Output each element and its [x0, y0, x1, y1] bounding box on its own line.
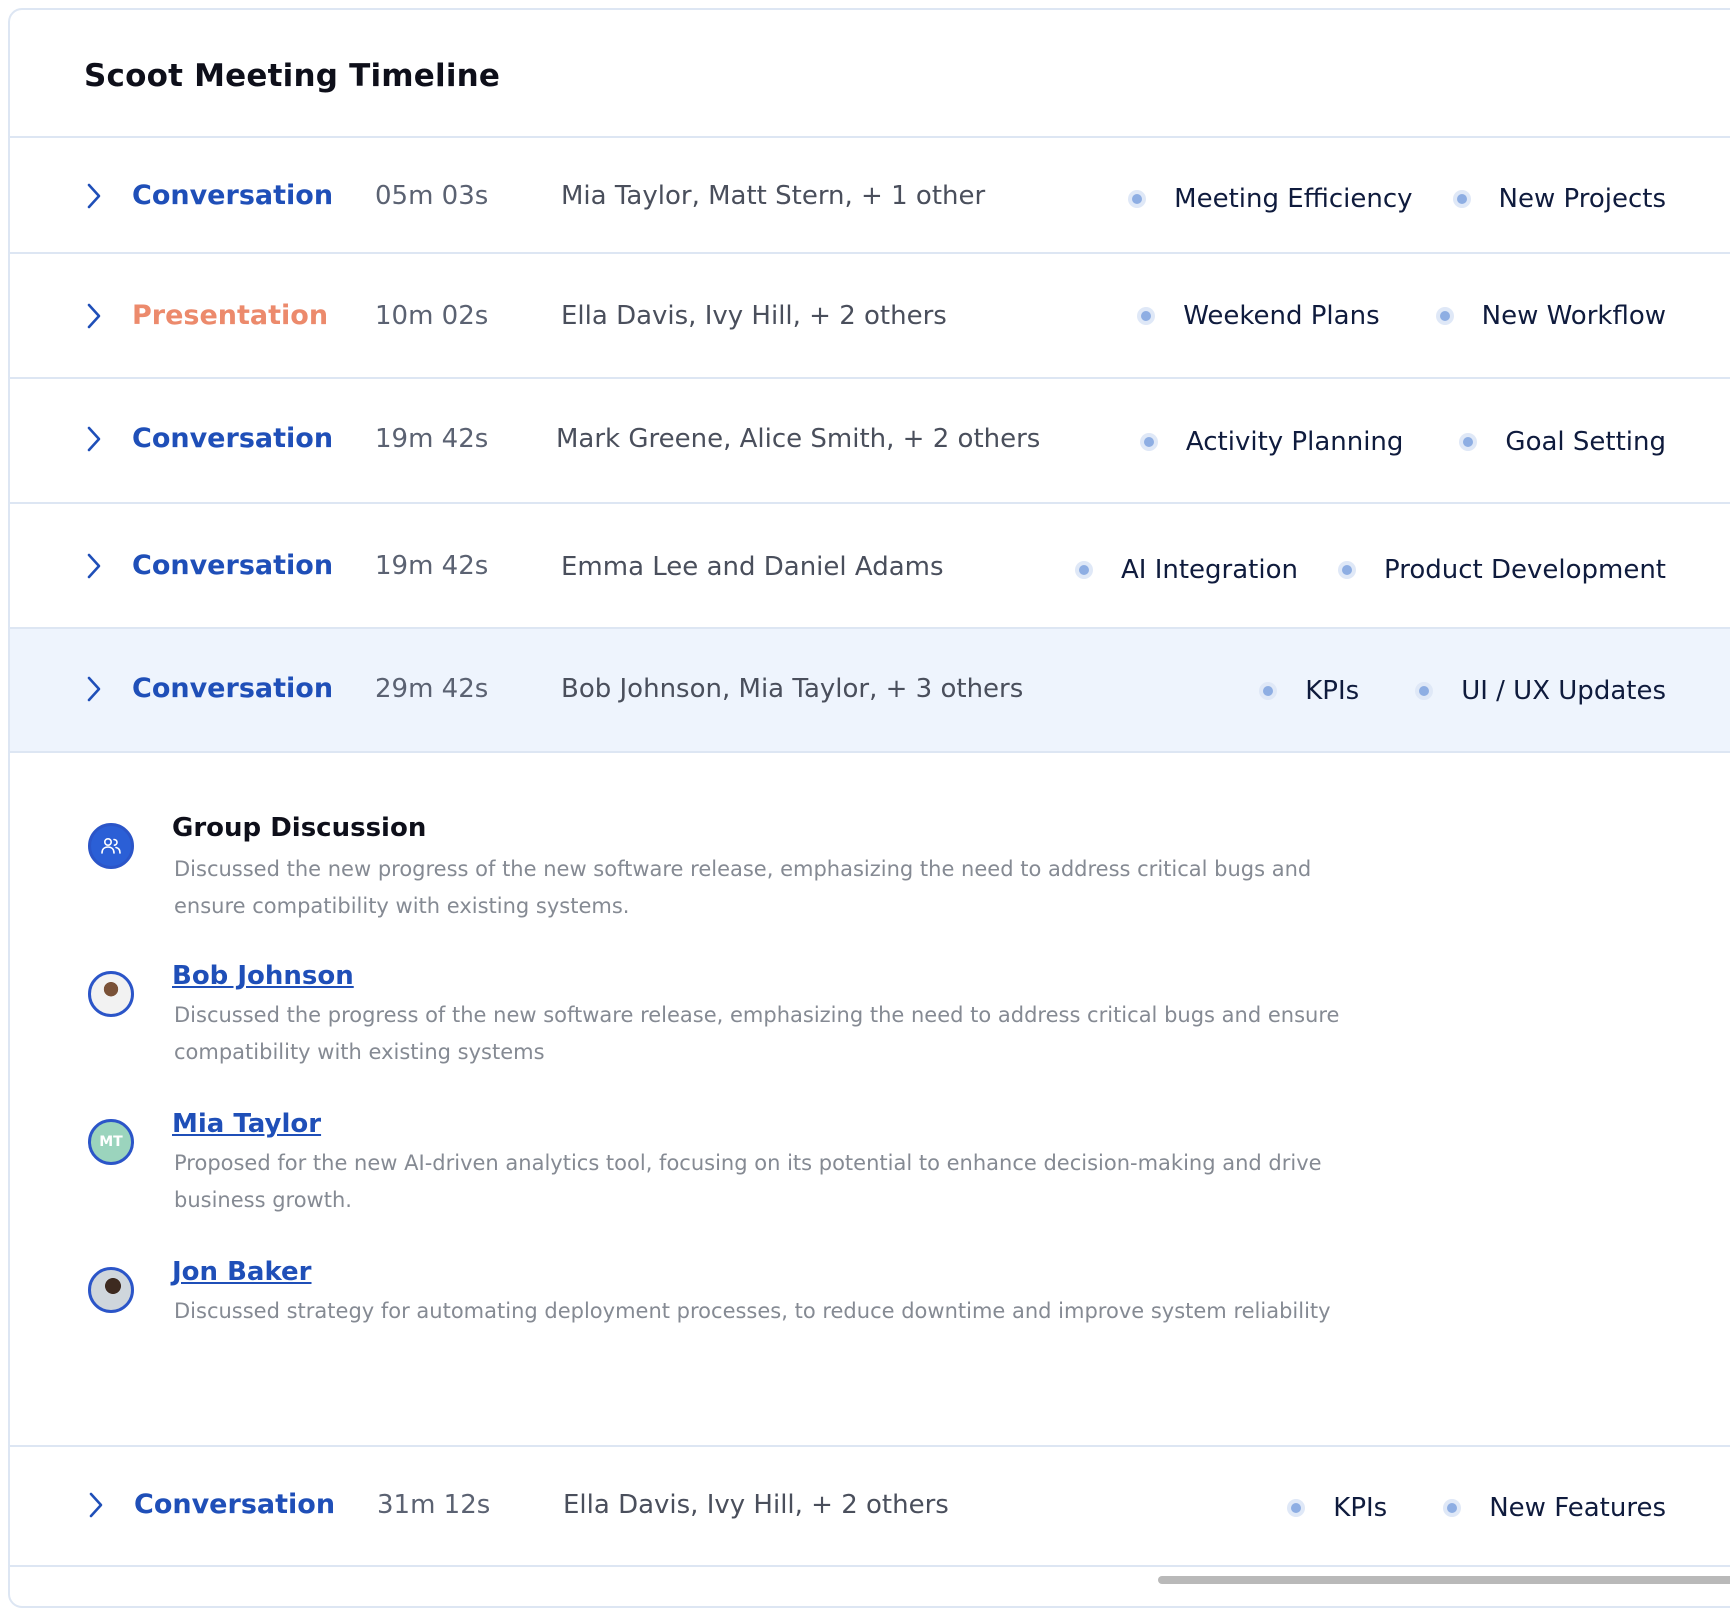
row-duration: 29m 42s [375, 674, 489, 704]
tag: Activity Planning [1139, 427, 1404, 457]
chevron-right-icon[interactable] [80, 182, 108, 210]
meeting-timeline-card: Scoot Meeting Timeline Conversation 05m … [8, 8, 1730, 1608]
row-tags: Activity Planning Goal Setting [1100, 427, 1666, 457]
row-tags: KPIs New Features [1247, 1493, 1666, 1523]
tag-label: Product Development [1383, 555, 1666, 585]
dot-icon [1259, 682, 1278, 700]
avatar [88, 971, 134, 1017]
tag: New Projects [1452, 184, 1666, 214]
row-duration: 05m 03s [375, 181, 489, 211]
tag: Meeting Efficiency [1128, 184, 1413, 214]
dot-icon [1139, 433, 1158, 451]
detail-text: Discussed the new progress of the new so… [174, 857, 1312, 918]
dot-icon [1459, 433, 1478, 451]
dot-icon [1137, 307, 1156, 325]
participant-link[interactable]: Bob Johnson [172, 961, 354, 991]
dot-icon [1435, 307, 1454, 325]
row-type: Presentation [132, 300, 329, 331]
tag-label: New Features [1489, 1493, 1666, 1523]
tag: AI Integration [1074, 555, 1298, 585]
row-tags: KPIs UI / UX Updates [1219, 676, 1666, 706]
page-title: Scoot Meeting Timeline [84, 58, 501, 94]
timeline-row[interactable]: Conversation 19m 42s Emma Lee and Daniel… [10, 504, 1730, 629]
tag-label: KPIs [1333, 1493, 1388, 1523]
tag-label: Goal Setting [1505, 427, 1666, 457]
chevron-right-icon[interactable] [80, 675, 108, 703]
detail-title: Group Discussion [172, 813, 427, 843]
dot-icon [1337, 561, 1356, 579]
tag: KPIs [1259, 676, 1359, 706]
tag: KPIs [1287, 1493, 1387, 1523]
tag-label: AI Integration [1120, 555, 1298, 585]
timeline-header: Scoot Meeting Timeline [10, 10, 1730, 138]
tag: Product Development [1337, 555, 1666, 585]
row-type: Conversation [132, 550, 334, 581]
tag-label: Activity Planning [1185, 427, 1404, 457]
row-participants: Mark Greene, Alice Smith, + 2 others [556, 424, 1041, 454]
tag-label: New Workflow [1481, 301, 1666, 331]
chevron-right-icon[interactable] [80, 425, 108, 453]
row-type: Conversation [132, 180, 334, 211]
group-avatar [88, 823, 134, 869]
conversation-details: Group Discussion Discussed the new progr… [10, 753, 1730, 1447]
row-participants: Bob Johnson, Mia Taylor, + 3 others [561, 674, 1024, 704]
detail-text: Proposed for the new AI-driven analytics… [174, 1151, 1322, 1212]
dot-icon [1443, 1499, 1462, 1517]
tag-label: Weekend Plans [1183, 301, 1380, 331]
tag-label: UI / UX Updates [1461, 676, 1666, 706]
tag: UI / UX Updates [1415, 676, 1666, 706]
row-participants: Mia Taylor, Matt Stern, + 1 other [561, 181, 986, 211]
row-participants: Emma Lee and Daniel Adams [561, 552, 944, 582]
avatar [88, 1267, 134, 1313]
group-icon [101, 837, 121, 854]
row-tags: Meeting Efficiency New Projects [1088, 184, 1666, 214]
row-duration: 19m 42s [375, 551, 489, 581]
row-duration: 10m 02s [375, 301, 489, 331]
tag: New Workflow [1435, 301, 1666, 331]
tag: Weekend Plans [1137, 301, 1380, 331]
tag-label: KPIs [1305, 676, 1360, 706]
row-duration: 31m 12s [377, 1490, 491, 1520]
row-type: Conversation [132, 423, 334, 454]
dot-icon [1452, 190, 1471, 208]
row-type: Conversation [132, 673, 334, 704]
participant-link[interactable]: Mia Taylor [172, 1109, 321, 1139]
timeline-row-active[interactable]: Conversation 29m 42s Bob Johnson, Mia Ta… [10, 629, 1730, 753]
timeline-row[interactable]: Presentation 10m 02s Ella Davis, Ivy Hil… [10, 254, 1730, 379]
dot-icon [1074, 561, 1093, 579]
timeline-row[interactable]: Conversation 31m 12s Ella Davis, Ivy Hil… [10, 1447, 1730, 1567]
chevron-right-icon[interactable] [82, 1491, 110, 1519]
tag: New Features [1443, 1493, 1666, 1523]
tag-label: Meeting Efficiency [1174, 184, 1413, 214]
timeline-row[interactable]: Conversation 19m 42s Mark Greene, Alice … [10, 379, 1730, 504]
row-tags: AI Integration Product Development [1035, 555, 1666, 585]
timeline-row[interactable]: Conversation 05m 03s Mia Taylor, Matt St… [10, 138, 1730, 254]
row-tags: Weekend Plans New Workflow [1097, 301, 1666, 331]
dot-icon [1128, 190, 1147, 208]
tag: Goal Setting [1459, 427, 1666, 457]
detail-text: Discussed the progress of the new softwa… [174, 1003, 1340, 1064]
row-participants: Ella Davis, Ivy Hill, + 2 others [561, 301, 947, 331]
row-type: Conversation [134, 1489, 336, 1520]
participant-link[interactable]: Jon Baker [172, 1257, 312, 1287]
tag-label: New Projects [1498, 184, 1666, 214]
dot-icon [1287, 1499, 1306, 1517]
avatar-initials: MT [88, 1119, 134, 1165]
horizontal-scrollbar[interactable] [1158, 1576, 1730, 1584]
chevron-right-icon[interactable] [80, 552, 108, 580]
row-participants: Ella Davis, Ivy Hill, + 2 others [563, 1490, 949, 1520]
detail-text: Discussed strategy for automating deploy… [174, 1299, 1331, 1323]
chevron-right-icon[interactable] [80, 302, 108, 330]
dot-icon [1415, 682, 1434, 700]
row-duration: 19m 42s [375, 424, 489, 454]
